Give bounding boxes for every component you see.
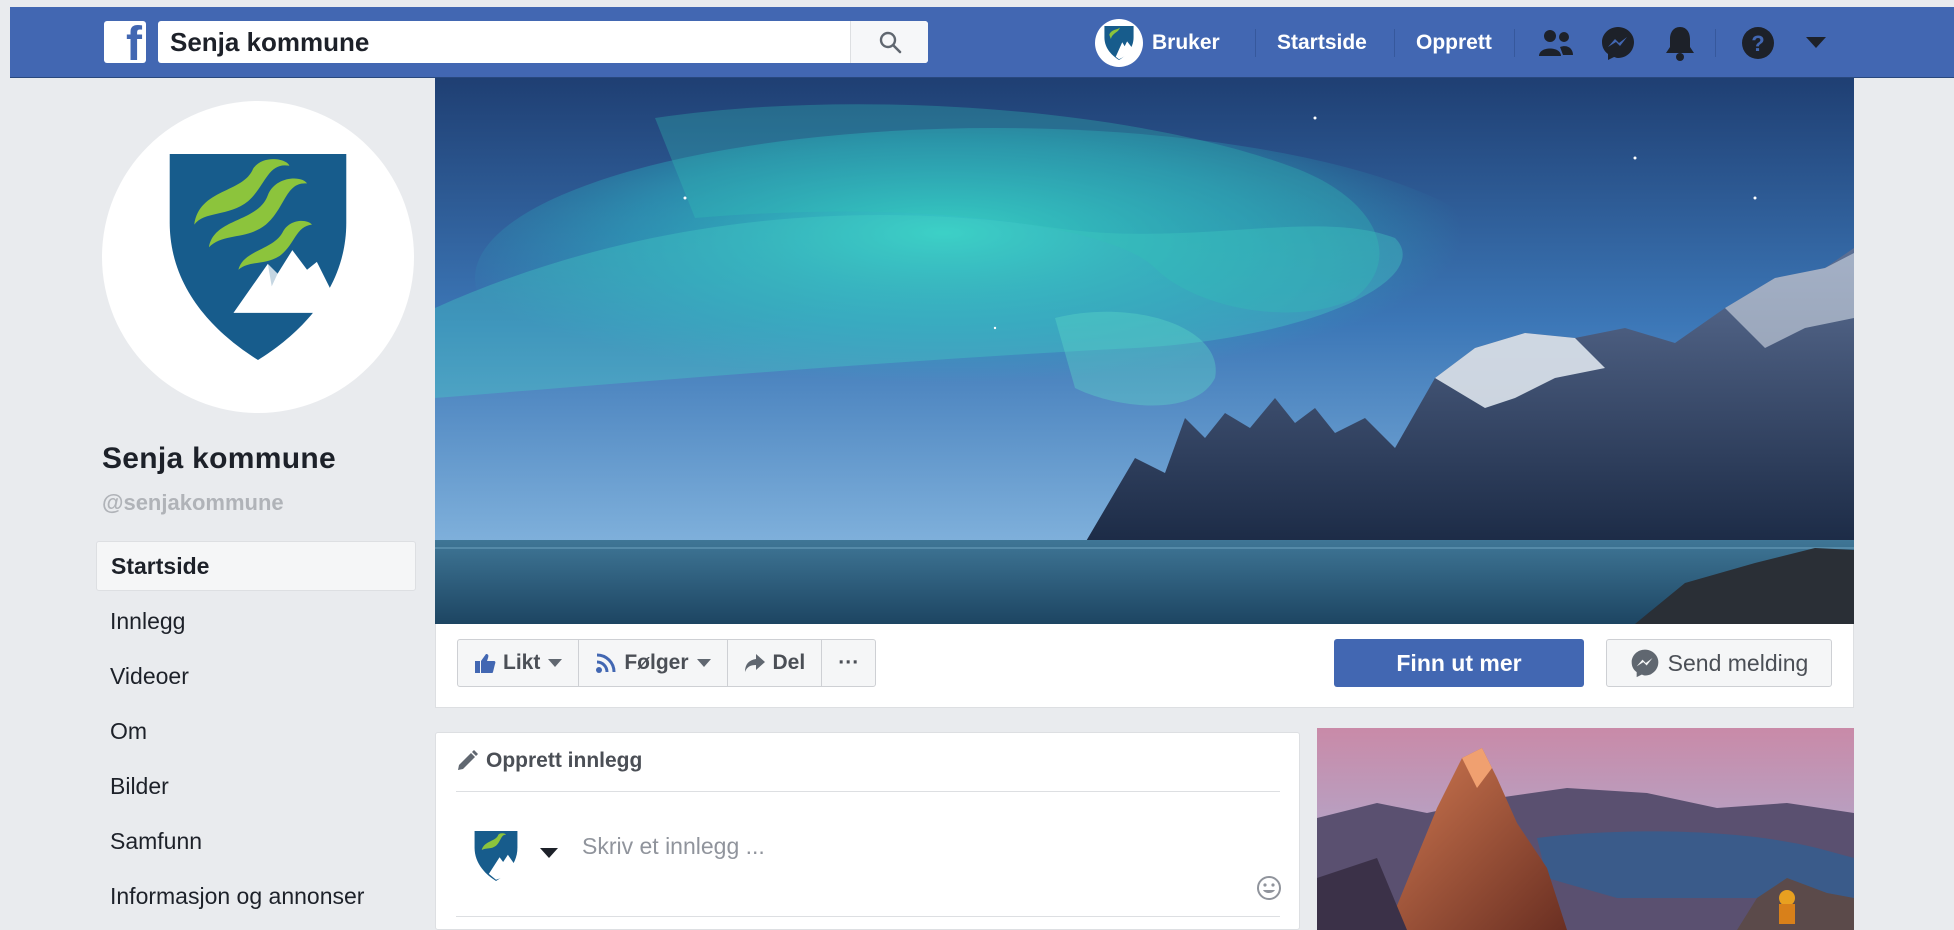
nav-create-link[interactable]: Opprett [1416, 18, 1492, 68]
send-message-button[interactable]: Send melding [1606, 639, 1832, 687]
create-post-title: Opprett innlegg [486, 749, 643, 772]
crest-icon [474, 831, 518, 881]
rss-icon [596, 653, 616, 673]
follow-button-label: Følger [624, 651, 689, 674]
sidebar-item-bilder[interactable]: Bilder [96, 761, 416, 816]
like-button[interactable]: Likt [458, 640, 580, 686]
more-options-button[interactable]: ··· [822, 640, 875, 686]
facebook-f-icon[interactable]: f [104, 21, 146, 63]
nav-divider [1715, 29, 1716, 57]
chevron-down-icon [548, 659, 563, 667]
cover-photo-aurora-image [435, 78, 1854, 624]
thumbs-up-icon [475, 654, 496, 673]
divider [456, 916, 1280, 917]
nav-divider [1255, 29, 1256, 57]
crest-icon [1104, 26, 1134, 60]
page-title: Senja kommune [102, 442, 336, 475]
messenger-icon[interactable] [1600, 25, 1636, 61]
cover-photo[interactable] [435, 78, 1854, 624]
send-message-label: Send melding [1667, 649, 1809, 676]
emoji-icon[interactable] [1256, 875, 1282, 906]
chevron-down-icon[interactable] [1798, 25, 1834, 61]
profile-picture[interactable] [102, 101, 414, 413]
svg-text:?: ? [1751, 31, 1764, 56]
page-action-buttons: Likt Følger Del ··· [457, 639, 877, 687]
chevron-down-icon [696, 659, 711, 667]
page-action-bar: Likt Følger Del ··· Finn ut mer Send mel… [435, 624, 1854, 708]
sidebar-item-informasjon-og-annonser[interactable]: Informasjon og annonser [96, 871, 416, 926]
divider [456, 791, 1280, 792]
pencil-icon [458, 750, 478, 770]
create-post-card: Opprett innlegg Skriv et innlegg ... [435, 732, 1300, 930]
more-dots-icon: ··· [838, 651, 860, 674]
sidebar-item-om[interactable]: Om [96, 706, 416, 761]
crest-icon [169, 154, 347, 360]
help-icon[interactable]: ? [1740, 25, 1776, 61]
share-button-label: Del [772, 651, 806, 674]
mountain-sunset-image [1317, 728, 1854, 930]
search-bar[interactable]: Senja kommune [158, 21, 928, 63]
search-button[interactable] [850, 21, 928, 63]
top-navigation-bar: f Senja kommune Bruker Startside Opprett… [10, 7, 1954, 78]
create-post-header[interactable]: Opprett innlegg [456, 749, 642, 773]
audience-selector-chevron[interactable] [540, 848, 558, 858]
friends-icon[interactable] [1538, 25, 1574, 61]
nav-user-label: Bruker [1152, 31, 1220, 54]
sidebar-item-startside[interactable]: Startside [96, 541, 416, 591]
sidebar-navigation: Startside Innlegg Videoer Om Bilder Samf… [96, 541, 416, 926]
nav-divider [1514, 29, 1515, 57]
nav-home-link[interactable]: Startside [1277, 18, 1367, 68]
search-input[interactable]: Senja kommune [170, 21, 369, 63]
follow-button[interactable]: Følger [579, 640, 728, 686]
share-button[interactable]: Del [728, 640, 823, 686]
avatar [1095, 19, 1143, 67]
page-handle[interactable]: @senjakommune [102, 490, 284, 516]
share-arrow-icon [744, 654, 765, 672]
nav-divider [1394, 29, 1395, 57]
messenger-icon [1631, 649, 1659, 678]
learn-more-button[interactable]: Finn ut mer [1334, 639, 1584, 687]
featured-photo[interactable] [1317, 728, 1854, 930]
nav-user-profile[interactable]: Bruker [1095, 18, 1220, 68]
avatar [474, 831, 518, 886]
sidebar-item-videoer[interactable]: Videoer [96, 651, 416, 706]
post-composer-input[interactable]: Skriv et innlegg ... [582, 833, 765, 860]
bell-icon[interactable] [1662, 25, 1698, 61]
sidebar-item-innlegg[interactable]: Innlegg [96, 596, 416, 651]
sidebar-item-samfunn[interactable]: Samfunn [96, 816, 416, 871]
search-icon [879, 31, 902, 54]
like-button-label: Likt [503, 651, 541, 674]
